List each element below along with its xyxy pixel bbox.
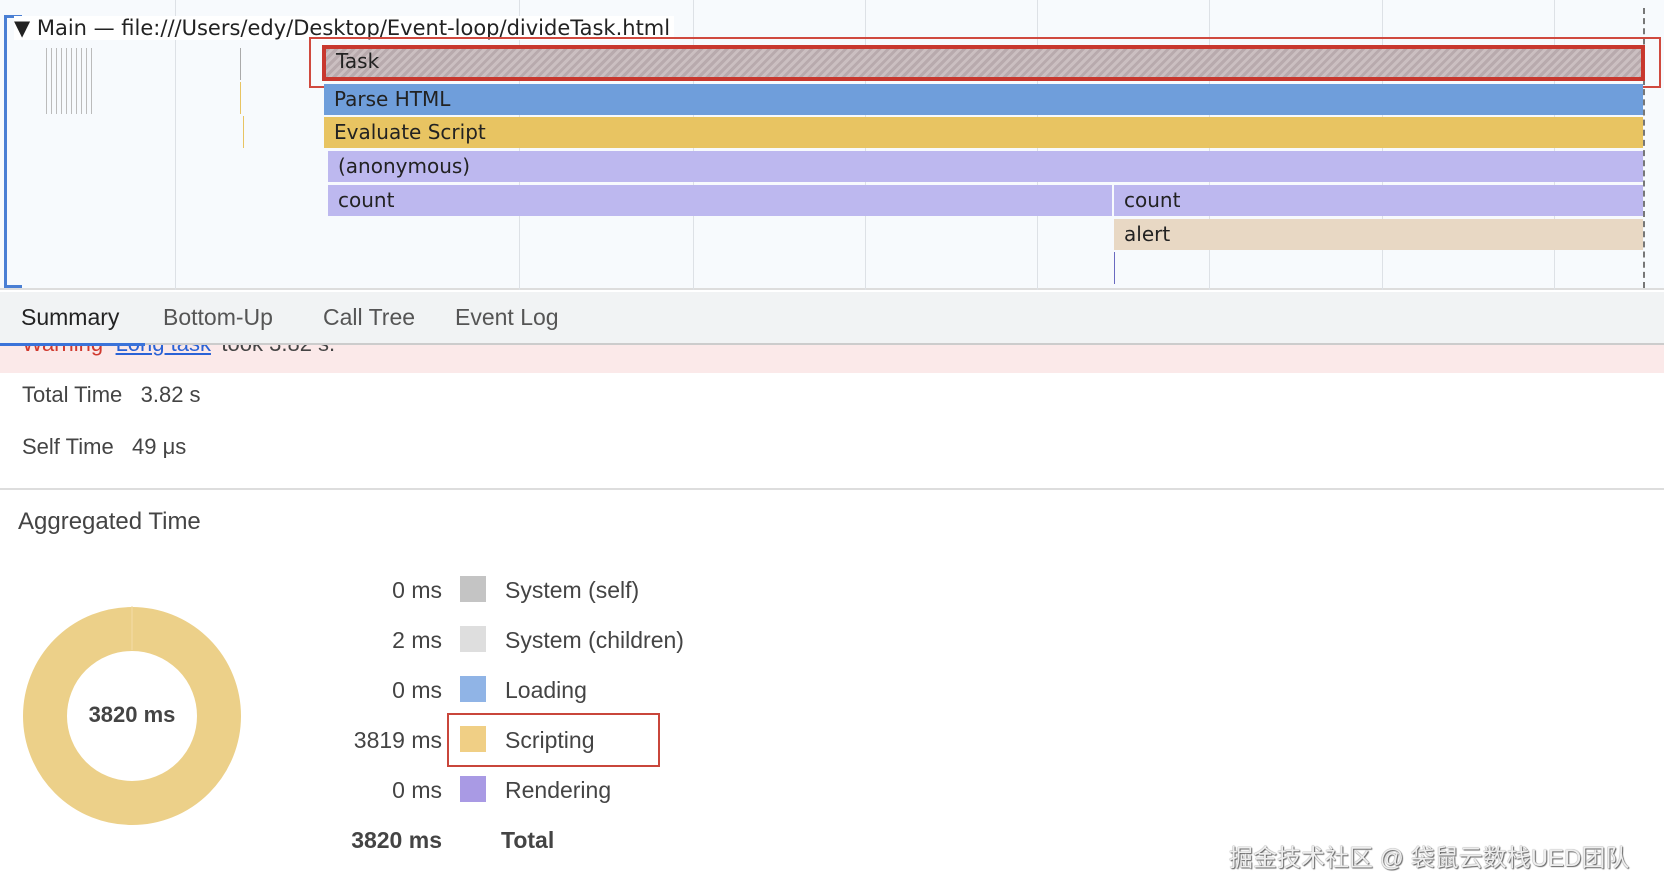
legend-label: Loading xyxy=(505,677,587,703)
legend-label: System (children) xyxy=(505,627,684,653)
watermark: 掘金技术社区 @ 袋鼠云数栈UED团队 xyxy=(1229,845,1630,872)
tab-summary[interactable]: Summary xyxy=(21,304,119,331)
aggregated-time-title: Aggregated Time xyxy=(18,508,201,535)
mini-event xyxy=(243,116,244,148)
flame-bar-evaluate-script[interactable]: Evaluate Script xyxy=(324,117,1643,148)
flame-bar-count[interactable]: count xyxy=(328,185,1112,216)
details-tabbar: Summary Bottom-Up Call Tree Event Log xyxy=(0,292,1664,345)
flame-bar-alert[interactable]: alert xyxy=(1114,219,1643,250)
legend-swatch-loading xyxy=(460,676,486,702)
flame-chart[interactable]: ▼ Main — file:///Users/edy/Desktop/Event… xyxy=(0,0,1664,290)
expand-triangle-icon[interactable]: ▼ xyxy=(14,16,37,40)
tab-event-log[interactable]: Event Log xyxy=(455,304,559,331)
legend-value: 2 ms xyxy=(392,627,442,653)
mini-event xyxy=(240,48,241,80)
active-tab-indicator xyxy=(0,343,145,346)
scripting-highlight-box xyxy=(447,713,660,767)
long-task-link[interactable]: Long task xyxy=(116,345,211,356)
flame-bar-anonymous[interactable]: (anonymous) xyxy=(328,151,1643,182)
flame-bar-count[interactable]: count xyxy=(1114,185,1643,216)
legend-label: Rendering xyxy=(505,777,612,803)
donut-center-total: 3820 ms xyxy=(88,702,176,727)
legend-value: 0 ms xyxy=(392,677,442,703)
legend-value: 0 ms xyxy=(392,577,442,603)
mini-event xyxy=(1114,252,1115,284)
flame-bar-parse-html[interactable]: Parse HTML xyxy=(324,84,1643,115)
total-time-row: Total Time 3.82 s xyxy=(22,382,201,407)
mini-events xyxy=(46,48,92,114)
legend-swatch-system-children xyxy=(460,626,486,652)
legend-label: System (self) xyxy=(505,577,640,603)
highlight-box xyxy=(309,37,1661,88)
warning-label: Warning xyxy=(22,345,103,356)
legend-value: 0 ms xyxy=(392,777,442,803)
legend-total-value: 3820 ms xyxy=(351,827,442,853)
tab-bottom-up[interactable]: Bottom-Up xyxy=(163,304,273,331)
legend-total-label: Total xyxy=(501,827,555,853)
legend-value: 3819 ms xyxy=(353,727,442,753)
mini-event xyxy=(240,82,241,114)
long-task-warning: Warning Long task took 3.82 s. xyxy=(0,345,1664,373)
divider xyxy=(0,488,1664,490)
legend-swatch-system-self xyxy=(460,576,486,602)
track-bracket xyxy=(4,15,22,288)
self-time-row: Self Time 49 μs xyxy=(22,434,187,459)
legend-swatch-rendering xyxy=(460,776,486,802)
grid-line xyxy=(175,0,176,290)
warning-text: took 3.82 s. xyxy=(221,345,335,356)
tab-call-tree[interactable]: Call Tree xyxy=(323,304,415,331)
